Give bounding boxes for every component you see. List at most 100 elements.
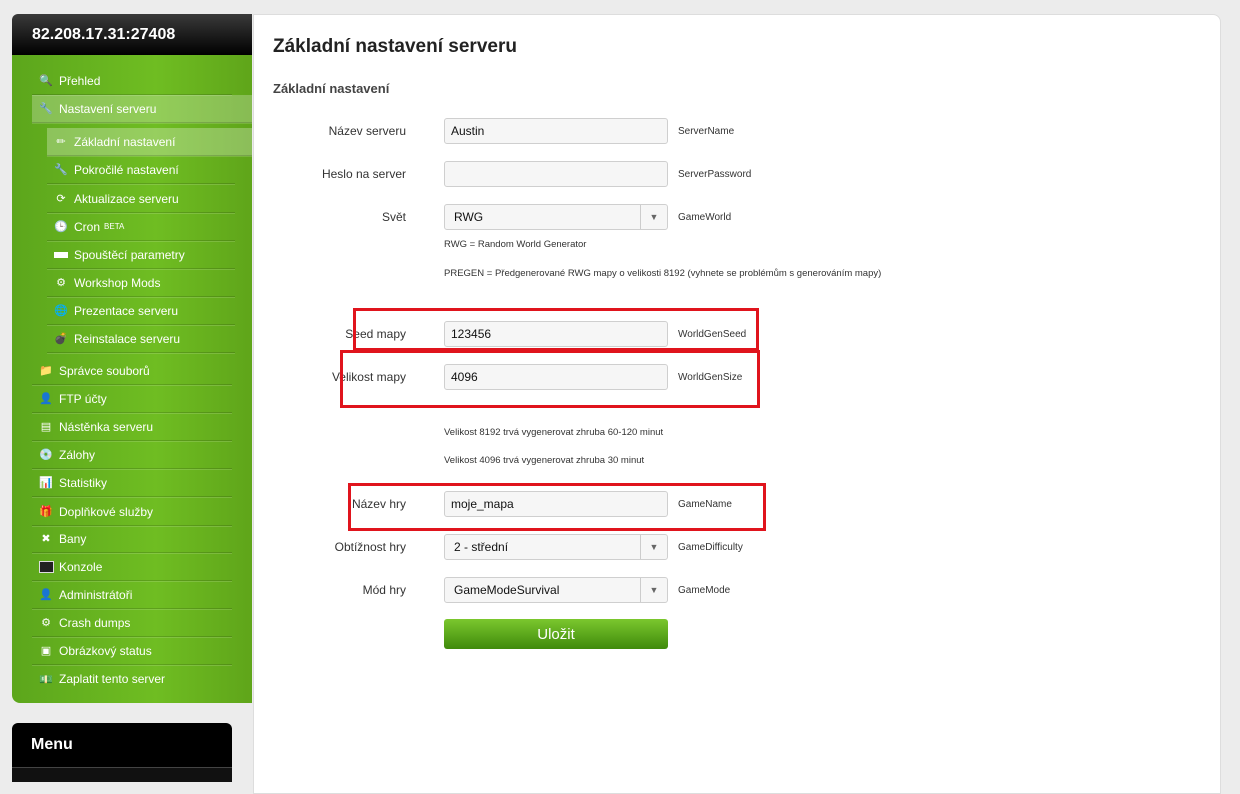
server-name-label: Název serveru — [328, 124, 406, 138]
sidebar-item-label: Bany — [59, 531, 87, 546]
sidebar-item-bany[interactable]: ✖ Bany — [32, 525, 232, 553]
page-title: Základní nastavení serveru — [273, 36, 517, 57]
main-panel: Základní nastavení serveru Základní nast… — [253, 14, 1221, 794]
pencil-icon: ✏ — [56, 136, 66, 148]
server-password-input[interactable] — [444, 161, 668, 187]
sidebar-item-aktualizace[interactable]: ⟳ Aktualizace serveru — [47, 185, 235, 213]
note-rwg: RWG = Random World Generator — [444, 239, 587, 250]
sidebar-item-label: Administrátoři — [59, 587, 133, 602]
difficulty-select-value: 2 - střední — [454, 540, 509, 554]
sidebar-item-crash[interactable]: ⚙ Crash dumps — [32, 609, 232, 637]
mode-label: Mód hry — [362, 583, 406, 597]
folder-icon: 📁 — [39, 365, 53, 377]
menu-body — [12, 767, 232, 782]
sidebar-item-zalohy[interactable]: 💿 Zálohy — [32, 441, 232, 469]
sidebar-item-label: Aktualizace serveru — [74, 191, 179, 206]
server-name-key: ServerName — [678, 126, 735, 137]
sidebar-item-label: Přehled — [59, 73, 101, 88]
difficulty-label: Obtížnost hry — [334, 540, 406, 554]
mode-select[interactable]: GameModeSurvival ▼ — [444, 577, 668, 603]
chevron-down-icon: ▼ — [640, 205, 667, 229]
clock-icon: 🕒 — [54, 221, 68, 233]
ban-icon: ✖ — [41, 533, 51, 545]
sidebar-item-label: Zálohy — [59, 447, 96, 462]
sidebar-item-nastenka[interactable]: ▤ Nástěnka serveru — [32, 413, 232, 441]
money-icon: 💵 — [39, 673, 53, 686]
mode-key: GameMode — [678, 585, 731, 596]
world-select-value: RWG — [454, 210, 484, 224]
note-pregen: PREGEN = Předgenerované RWG mapy o velik… — [444, 268, 882, 279]
ftp-user-icon: 👤 — [39, 393, 53, 405]
mode-select-value: GameModeSurvival — [454, 583, 560, 597]
globe-icon: 🌐 — [54, 305, 68, 317]
sidebar-item-doplnkove[interactable]: 🎁 Doplňkové služby — [32, 498, 232, 526]
sidebar-item-label: Správce souborů — [59, 363, 150, 378]
difficulty-key: GameDifficulty — [678, 542, 743, 553]
beta-badge: BETA — [104, 222, 125, 231]
sidebar-item-nastaveni[interactable]: 🔧 Nastavení serveru — [32, 95, 252, 123]
sidebar-item-label: Pokročilé nastavení — [74, 162, 179, 177]
world-key: GameWorld — [678, 212, 732, 223]
refresh-icon: ⟳ — [56, 193, 66, 205]
sidebar-item-ftp[interactable]: 👤 FTP účty — [32, 385, 232, 413]
highlight-seed — [353, 308, 759, 351]
sidebar-item-zakladni[interactable]: ✏ Základní nastavení — [47, 128, 252, 156]
server-password-label: Heslo na server — [321, 167, 406, 181]
sidebar-item-obrazkovy[interactable]: ▣ Obrázkový status — [32, 637, 232, 665]
highlight-size — [340, 350, 760, 408]
image-icon: ▣ — [40, 645, 52, 657]
sidebar-item-administratori[interactable]: 👤 Administrátoři — [32, 581, 232, 609]
save-button[interactable]: Uložit — [444, 619, 668, 649]
sidebar-item-pokrocile[interactable]: 🔧 Pokročilé nastavení — [47, 156, 235, 184]
world-label: Svět — [381, 210, 406, 224]
board-icon: ▤ — [40, 421, 52, 433]
sidebar-item-konzole[interactable]: Konzole — [32, 553, 232, 581]
sidebar-item-spousteci[interactable]: Spouštěcí parametry — [47, 241, 235, 269]
sidebar-item-label: Nástěnka serveru — [59, 419, 154, 434]
bomb-icon: 💣 — [54, 333, 68, 345]
terminal-icon — [38, 560, 54, 574]
sidebar-item-label: Crash dumps — [59, 615, 131, 630]
section-title: Základní nastavení — [273, 81, 390, 96]
sidebar: 🔍 Přehled 🔧 Nastavení serveru ✏ Základní… — [12, 55, 252, 703]
sidebar-item-reinstalace[interactable]: 💣 Reinstalace serveru — [47, 325, 235, 353]
note-size-8192: Velikost 8192 trvá vygenerovat zhruba 60… — [444, 427, 664, 438]
chevron-down-icon: ▼ — [640, 578, 667, 602]
steam-icon: ⚙ — [56, 277, 66, 289]
sidebar-item-label: Workshop Mods — [74, 275, 161, 290]
window-icon — [53, 248, 69, 262]
sidebar-item-label: Reinstalace serveru — [74, 331, 181, 346]
server-name-input[interactable]: Austin — [444, 118, 668, 144]
sidebar-item-prehled[interactable]: 🔍 Přehled — [32, 67, 232, 95]
chevron-down-icon: ▼ — [640, 535, 667, 559]
sidebar-item-label: Spouštěcí parametry — [74, 247, 185, 262]
sidebar-item-label: Cron — [74, 219, 101, 234]
server-address: 82.208.17.31:27408 — [12, 14, 252, 55]
note-size-4096: Velikost 4096 trvá vygenerovat zhruba 30… — [444, 455, 645, 466]
sidebar-item-label: Prezentace serveru — [74, 303, 179, 318]
sidebar-item-label: Konzole — [59, 559, 103, 574]
sidebar-item-label: Obrázkový status — [59, 643, 152, 658]
sidebar-item-label: Statistiky — [59, 475, 108, 490]
magnifier-icon: 🔍 — [39, 75, 53, 87]
sidebar-item-statistiky[interactable]: 📊 Statistiky — [32, 469, 232, 497]
difficulty-select[interactable]: 2 - střední ▼ — [444, 534, 668, 560]
sidebar-item-label: FTP účty — [59, 391, 107, 406]
gear-icon: ⚙ — [41, 617, 51, 629]
menu-title: Menu — [12, 723, 232, 767]
sidebar-item-workshop[interactable]: ⚙ Workshop Mods — [47, 269, 235, 297]
disc-icon: 💿 — [39, 449, 53, 461]
admin-icon: 👤 — [39, 589, 53, 601]
sidebar-item-cron[interactable]: 🕒 Cron BETA — [47, 213, 235, 241]
sidebar-item-label: Zaplatit tento server — [59, 672, 166, 686]
server-password-key: ServerPassword — [678, 169, 752, 180]
world-select[interactable]: RWG ▼ — [444, 204, 668, 230]
sidebar-item-zaplatit[interactable]: 💵 Zaplatit tento server — [32, 665, 232, 693]
bar-chart-icon: 📊 — [39, 477, 53, 489]
sidebar-item-prezentace[interactable]: 🌐 Prezentace serveru — [47, 297, 235, 325]
sidebar-item-spravce[interactable]: 📁 Správce souborů — [32, 357, 232, 385]
sidebar-item-label: Nastavení serveru — [59, 101, 157, 116]
sidebar-item-label: Základní nastavení — [74, 134, 176, 149]
gift-icon: 🎁 — [39, 506, 53, 518]
wrench-icon: 🔧 — [39, 103, 53, 115]
